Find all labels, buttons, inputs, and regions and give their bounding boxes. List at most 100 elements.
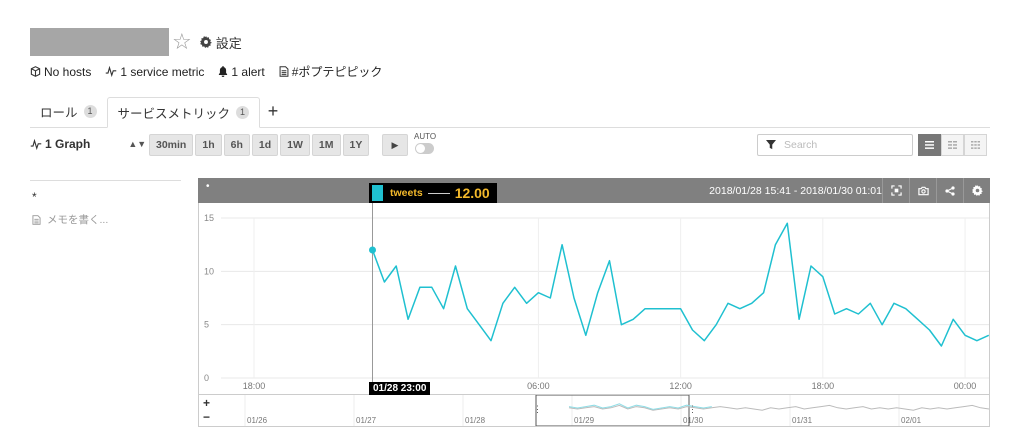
play-icon: ▶ — [391, 139, 399, 150]
x-tick-label: 12:00 — [669, 381, 692, 391]
auto-label: AUTO — [414, 132, 437, 141]
x-tick-label: 18:00 — [812, 381, 835, 391]
navigator-date-label: 01/27 — [356, 416, 377, 425]
tooltip-value: 12.00 — [454, 185, 490, 201]
service-metric-text: 1 service metric — [120, 64, 205, 79]
camera-icon — [917, 186, 929, 195]
screenshot-button[interactable] — [909, 178, 936, 203]
range-1y-button[interactable]: 1Y — [342, 134, 370, 156]
tag-info[interactable]: #ポプテピピック — [279, 63, 383, 80]
navigator-handle: ⋮ — [688, 404, 697, 414]
panel-date-range: 2018/01/28 15:41 - 2018/01/30 01:01 — [709, 185, 882, 197]
star-icon[interactable]: ☆ — [172, 31, 192, 53]
x-tick-label: 00:00 — [954, 381, 977, 391]
search-input[interactable] — [784, 139, 904, 151]
title-row: ☆ 設定 — [30, 28, 242, 56]
hosts-info[interactable]: No hosts — [30, 65, 91, 79]
tab-service-metric-count: 1 — [236, 106, 250, 119]
view-three-column-button[interactable] — [964, 134, 987, 156]
sidebar-divider — [30, 180, 181, 181]
hover-point — [369, 246, 377, 254]
meta-row: No hosts 1 service metric 1 alert #ポプテピピ… — [30, 63, 396, 80]
hover-tooltip: tweets 12.00 — [369, 183, 497, 203]
range-1m-button[interactable]: 1M — [311, 134, 341, 156]
gear-icon — [971, 185, 983, 196]
expand-button[interactable] — [882, 178, 909, 203]
metric-icon — [106, 66, 117, 77]
graph-panel-header: • 2018/01/28 15:41 - 2018/01/30 01:01 — [198, 178, 990, 203]
range-1d-button[interactable]: 1d — [251, 134, 279, 156]
navigator-date-label: 01/26 — [247, 416, 268, 425]
y-tick-label: 10 — [204, 266, 214, 276]
graph-name-asterisk: * — [32, 190, 37, 204]
x-tick-label: 06:00 — [527, 381, 550, 391]
service-metric-info[interactable]: 1 service metric — [105, 65, 204, 79]
y-tick-label: 5 — [204, 320, 209, 330]
chart-svg: 0 5 10 15 18:00 06:00 12:00 18:00 00:00 — [204, 203, 990, 394]
y-tick-label: 0 — [204, 373, 209, 383]
tab-role-label: ロール — [40, 106, 78, 120]
panel-settings-button[interactable] — [963, 178, 990, 203]
tab-service-metric[interactable]: サービスメトリック 1 — [106, 97, 261, 128]
line-chart[interactable]: 0 5 10 15 18:00 06:00 12:00 18:00 00:00 — [198, 203, 990, 394]
add-tab-button[interactable]: + — [260, 96, 286, 127]
share-icon — [945, 185, 955, 196]
zoom-out-button[interactable]: − — [203, 410, 210, 424]
redacted-service-name — [30, 28, 169, 56]
navigator-selection-window — [535, 394, 690, 427]
play-button[interactable]: ▶ — [382, 134, 408, 156]
auto-refresh-toggle[interactable] — [415, 143, 434, 154]
navigator-date-label: 02/01 — [901, 416, 922, 425]
select-caret-icon: ▲▼ — [128, 139, 147, 149]
alert-info[interactable]: 1 alert — [218, 64, 265, 79]
view-single-column-button[interactable] — [918, 134, 941, 156]
navigator-svg: 01/26 01/27 01/28 01/29 01/30 01/31 02/01 ⋮ ⋮ — [244, 394, 990, 427]
gear-icon — [199, 36, 212, 48]
panel-icon-group — [882, 178, 990, 203]
navigator-handle: ⋮ — [533, 404, 542, 414]
list-icon — [925, 141, 934, 149]
hover-time-label: 01/28 23:00 — [369, 382, 431, 395]
view-mode-group — [918, 134, 987, 156]
memo-placeholder: メモを書く... — [47, 214, 109, 226]
tooltip-series-name: tweets — [390, 187, 423, 199]
navigator-date-label: 01/31 — [792, 416, 813, 425]
x-tick-label: 18:00 — [243, 381, 266, 391]
grid-two-icon — [948, 141, 957, 149]
filter-icon — [766, 140, 776, 150]
metric-icon — [30, 138, 42, 150]
document-icon — [279, 66, 289, 77]
graph-count-label: 1 Graph — [45, 137, 91, 151]
bell-icon — [219, 66, 228, 77]
series-swatch — [372, 185, 383, 201]
range-navigator[interactable]: 01/26 01/27 01/28 01/29 01/30 01/31 02/01 ⋮ ⋮ + … — [198, 394, 990, 427]
y-tick-label: 15 — [204, 213, 214, 223]
settings-label: 設定 — [215, 35, 242, 51]
toolbar: 1 Graph ▲▼ 30min 1h 6h 1d 1W 1M 1Y ▶ AUT… — [30, 132, 990, 158]
alert-text: 1 alert — [231, 64, 265, 79]
tab-role-count: 1 — [83, 105, 97, 118]
document-icon — [32, 214, 41, 225]
view-two-column-button[interactable] — [941, 134, 964, 156]
range-1h-button[interactable]: 1h — [195, 134, 222, 156]
memo-field[interactable]: メモを書く... — [32, 212, 108, 227]
navigator-date-label: 01/30 — [683, 416, 704, 425]
tag-text: #ポプテピピック — [291, 65, 383, 79]
navigator-date-label: 01/29 — [574, 416, 595, 425]
range-1w-button[interactable]: 1W — [280, 134, 310, 156]
navigator-date-label: 01/28 — [465, 416, 486, 425]
panel-title-dot: • — [206, 181, 210, 192]
settings-link[interactable]: 設定 — [199, 33, 242, 52]
expand-icon — [890, 185, 902, 196]
grid-three-icon — [971, 141, 980, 149]
tab-role[interactable]: ロール 1 — [30, 96, 107, 127]
zoom-in-button[interactable]: + — [203, 396, 210, 410]
graph-count-select[interactable]: 1 Graph ▲▼ — [30, 137, 146, 151]
range-30min-button[interactable]: 30min — [149, 134, 194, 156]
share-button[interactable] — [936, 178, 963, 203]
time-range-group: 30min 1h 6h 1d 1W 1M 1Y — [149, 134, 371, 156]
tab-bar: ロール 1 サービスメトリック 1 + — [30, 97, 990, 128]
search-box[interactable] — [757, 134, 913, 156]
range-6h-button[interactable]: 6h — [223, 134, 250, 156]
cube-icon — [30, 66, 41, 77]
